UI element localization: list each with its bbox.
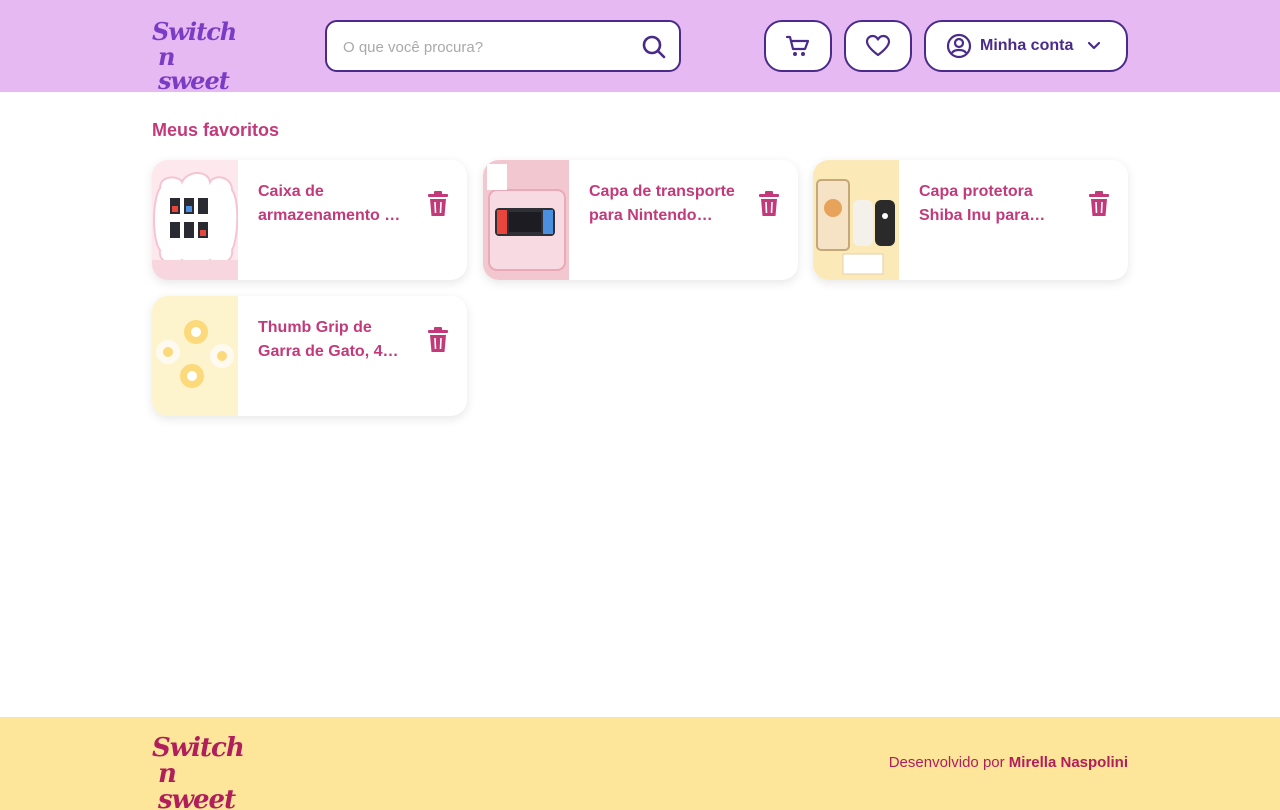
account-menu-button[interactable]: Minha conta [924,20,1128,72]
account-label: Minha conta [980,37,1074,54]
header: Switch n sweet Minha conta [0,0,1280,93]
product-image [152,296,238,416]
footer-logo: Switch n sweet [152,733,245,810]
cart-icon [785,35,810,56]
product-image [813,160,899,280]
footer-logo-line-2: n sweet [158,759,236,810]
search-input[interactable] [343,34,633,60]
product-image [483,160,569,280]
credit-prefix: Desenvolvido por [888,754,1005,771]
footer-credit: Desenvolvido por Mirella Naspolini [889,754,1128,771]
footer: Switch n sweet Desenvolvido por Mirella … [0,717,1280,810]
logo-line-2: n sweet [158,42,230,95]
favorites-button[interactable] [844,20,912,72]
product-name[interactable]: Caixa de armazenamento de cartuchos [258,180,410,228]
chevron-down-icon [1088,41,1101,50]
credit-name[interactable]: Mirella Naspolini [1009,754,1128,771]
search-icon[interactable] [641,34,667,60]
favorite-card[interactable]: Caixa de armazenamento de cartuchos [152,160,467,280]
trash-icon[interactable] [1088,191,1110,217]
favorite-card[interactable]: Capa protetora Shiba Inu para Switch [813,160,1128,280]
trash-icon[interactable] [758,191,780,217]
product-name[interactable]: Capa de transporte para Nintendo Switch [589,180,741,228]
logo-link[interactable]: Switch n sweet [152,20,238,93]
trash-icon[interactable] [427,327,449,353]
footer-logo-link[interactable]: Switch n sweet [152,735,245,810]
favorite-card[interactable]: Thumb Grip de Garra de Gato, 4 unidades [152,296,467,416]
product-name[interactable]: Capa protetora Shiba Inu para Switch [919,180,1071,228]
logo: Switch n sweet [152,17,238,93]
heart-icon [865,34,891,57]
search-bar [325,20,681,72]
page-title: Meus favoritos [152,120,280,140]
product-image [152,160,238,280]
favorite-card[interactable]: Capa de transporte para Nintendo Switch [483,160,798,280]
cart-button[interactable] [764,20,832,72]
user-circle-icon [946,33,972,59]
trash-icon[interactable] [427,191,449,217]
product-name[interactable]: Thumb Grip de Garra de Gato, 4 unidades [258,316,410,364]
